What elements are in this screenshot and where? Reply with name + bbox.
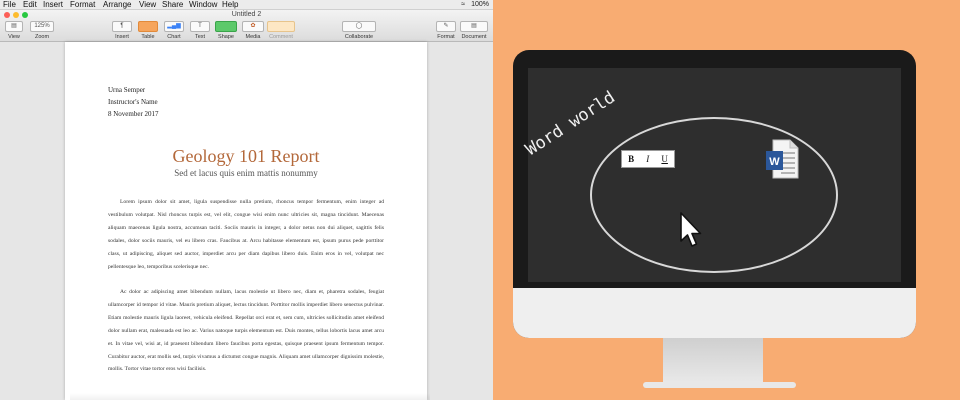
- table-button[interactable]: Table: [138, 21, 158, 40]
- text-format-toolbar: B I U: [621, 150, 675, 168]
- monitor-chin: [513, 288, 916, 338]
- menu-view[interactable]: View: [139, 0, 156, 9]
- window-title: Untitled 2: [231, 11, 262, 18]
- chart-icon: ▂▄▆: [164, 21, 184, 32]
- collaborate-icon: ◯: [342, 21, 376, 32]
- paragraph-icon: ¶: [112, 21, 132, 32]
- battery-status: ≈ 100%: [461, 0, 489, 9]
- ellipse-outline: [590, 117, 838, 273]
- document-title: Geology 101 Report: [172, 146, 320, 166]
- insert-button[interactable]: ¶ Insert: [112, 21, 132, 40]
- pages-app-screenshot: File Edit Insert Format Arrange View Sha…: [0, 0, 493, 400]
- menu-format[interactable]: Format: [70, 0, 95, 9]
- view-icon: ▤: [5, 21, 23, 32]
- instructor-name: Instructor's Name: [108, 98, 158, 106]
- comment-icon: [267, 21, 295, 32]
- wifi-icon: ≈: [461, 1, 466, 8]
- menu-share[interactable]: Share: [162, 0, 183, 9]
- scroll-shadow: [70, 393, 430, 400]
- document-canvas[interactable]: Urna Semper Instructor's Name 8 November…: [0, 42, 493, 400]
- media-icon: ✿: [242, 21, 264, 32]
- menu-arrange[interactable]: Arrange: [103, 0, 131, 9]
- imac-illustration: Word world B I U W: [493, 0, 960, 400]
- italic-icon: I: [646, 154, 650, 164]
- menu-insert[interactable]: Insert: [43, 0, 63, 9]
- word-letter: W: [769, 156, 780, 168]
- document-subtitle: Sed et lacus quis enim mattis nonummy: [174, 168, 318, 178]
- toolbar: Untitled 2 ▤ View 125% Zoom ¶ Insert Tab…: [0, 10, 493, 42]
- document-date: 8 November 2017: [108, 110, 159, 118]
- zoom-select[interactable]: 125%: [30, 21, 54, 32]
- text-icon: T: [190, 21, 210, 32]
- menu-file[interactable]: File: [3, 0, 16, 9]
- comment-button[interactable]: Comment: [267, 21, 295, 40]
- document-icon: ▤: [460, 21, 488, 32]
- collaborate-button[interactable]: ◯ Collaborate: [342, 21, 376, 40]
- author-name: Urna Semper: [108, 86, 146, 94]
- document-page[interactable]: Urna Semper Instructor's Name 8 November…: [65, 42, 427, 400]
- chart-button[interactable]: ▂▄▆ Chart: [164, 21, 184, 40]
- zoom-button[interactable]: 125% Zoom: [30, 21, 54, 40]
- menu-edit[interactable]: Edit: [23, 0, 37, 9]
- shape-button[interactable]: Shape: [215, 21, 237, 40]
- media-button[interactable]: ✿ Media: [242, 21, 264, 40]
- monitor-stand: [663, 338, 763, 384]
- menu-help[interactable]: Help: [222, 0, 238, 9]
- underline-icon: U: [661, 154, 668, 164]
- mouse-cursor-icon: [680, 212, 702, 247]
- cursor-arrow: [680, 212, 702, 247]
- table-icon: [138, 21, 158, 32]
- battery-percent: 100%: [471, 1, 489, 8]
- paragraph-1: Lorem ipsum dolor sit amet, ligula suspe…: [108, 199, 384, 270]
- menu-bar: File Edit Insert Format Arrange View Sha…: [0, 0, 493, 10]
- menu-window[interactable]: Window: [189, 0, 217, 9]
- document-button[interactable]: ▤ Document: [460, 21, 488, 40]
- paintbrush-icon: ✎: [436, 21, 456, 32]
- bold-icon: B: [628, 154, 635, 164]
- shape-icon: [215, 21, 237, 32]
- format-button[interactable]: ✎ Format: [436, 21, 456, 40]
- paragraph-2: Ac dolor ac adipiscing amet bibendum nul…: [108, 289, 384, 373]
- word-document-icon: W: [766, 139, 799, 179]
- monitor-base: [643, 382, 796, 388]
- text-button[interactable]: T Text: [190, 21, 210, 40]
- view-button[interactable]: ▤ View: [5, 21, 23, 40]
